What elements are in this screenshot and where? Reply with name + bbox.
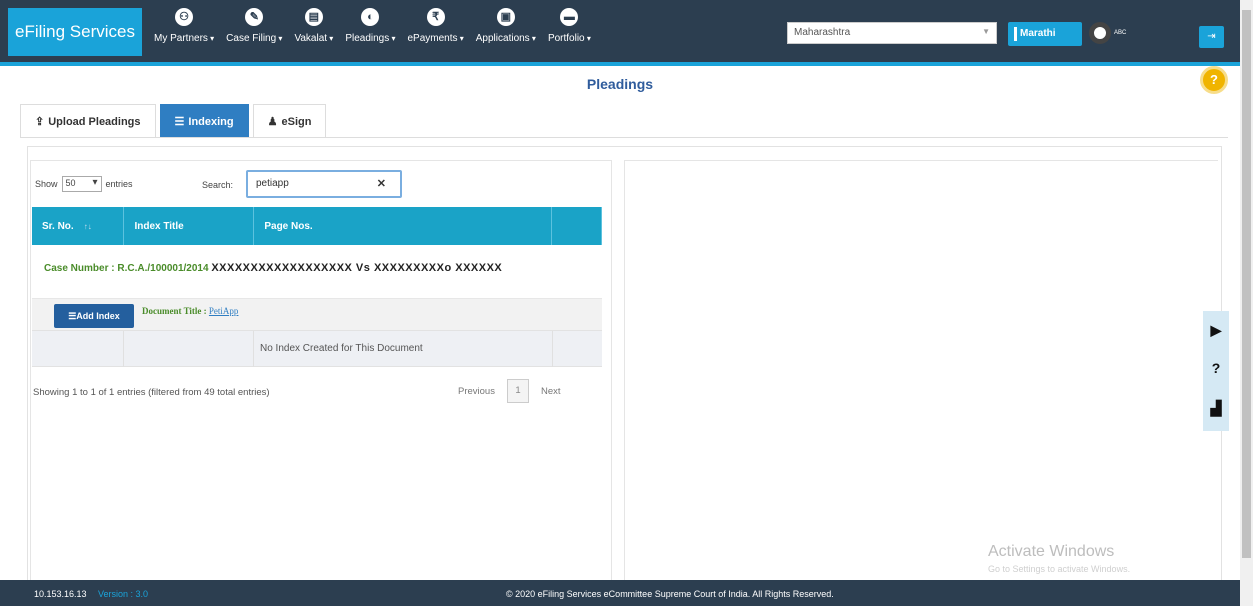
- page-title: Pleadings: [586, 76, 654, 92]
- upload-icon: ⇪: [35, 116, 45, 128]
- nav-label: ePayments: [407, 33, 463, 44]
- application-icon: ▣: [496, 8, 515, 26]
- tab-divider: [20, 137, 1228, 138]
- case-row: Case Number : R.C.A./100001/2014 XXXXXXX…: [32, 247, 602, 299]
- user-sign-icon: ♟: [267, 116, 278, 128]
- entries-label: entries: [105, 179, 133, 189]
- show-label: Show: [35, 179, 58, 189]
- nav-label: Applications: [476, 33, 536, 44]
- font-size-toggle[interactable]: ABC: [1089, 22, 1126, 44]
- logout-button[interactable]: ⇥: [1199, 26, 1224, 48]
- page-1-button[interactable]: 1: [506, 379, 529, 403]
- pagination: Previous 1 Next: [458, 379, 561, 403]
- nav-vakalat[interactable]: ▤ Vakalat: [288, 6, 339, 56]
- table-cell: [32, 331, 124, 367]
- nav-my-partners[interactable]: ⚇ My Partners: [148, 6, 220, 56]
- nav-label: My Partners: [154, 33, 214, 44]
- table-info: Showing 1 to 1 of 1 entries (filtered fr…: [33, 387, 270, 398]
- state-select[interactable]: Maharashtra ▼: [787, 22, 997, 44]
- previous-page-button[interactable]: Previous: [458, 386, 495, 397]
- font-toggle-label: ABC: [1114, 30, 1127, 36]
- search-input[interactable]: petiapp ✕: [246, 170, 402, 198]
- table-cell: [124, 331, 254, 367]
- tab-label: Upload Pleadings: [48, 116, 141, 128]
- footer-copyright: © 2020 eFiling Services eCommittee Supre…: [506, 589, 834, 599]
- footer: 10.153.16.13 Version : 3.0 © 2020 eFilin…: [0, 580, 1240, 606]
- activation-watermark-hint: Go to Settings to activate Windows.: [988, 564, 1131, 574]
- document-title-label: Document Title :: [142, 306, 209, 316]
- document-title-link[interactable]: PetiApp: [209, 306, 239, 316]
- nav-pleadings[interactable]: ◐ Pleadings: [339, 6, 401, 56]
- state-select-value: Maharashtra: [794, 27, 851, 38]
- clear-search-icon[interactable]: ✕: [377, 177, 386, 190]
- column-header-actions: [551, 207, 602, 245]
- navbar-accent-strip: [0, 62, 1240, 66]
- case-parties: XXXXXXXXXXXXXXXXXX Vs XXXXXXXXXo XXXXXX: [211, 262, 503, 274]
- chevron-down-icon: ▼: [982, 27, 990, 36]
- partners-icon: ⚇: [175, 8, 194, 26]
- briefcase-icon: ▬: [560, 8, 579, 26]
- logout-icon: ⇥: [1207, 31, 1216, 42]
- activation-watermark: Activate Windows: [988, 543, 1115, 560]
- search-label: Search:: [202, 180, 234, 190]
- column-label: Index Title: [134, 220, 184, 232]
- language-button[interactable]: Marathi: [1008, 22, 1082, 46]
- side-toolbar: ▶ ? ▟: [1203, 311, 1229, 431]
- index-table: Sr. No. ↑↓ Index Title Page Nos.: [32, 207, 602, 245]
- column-label: Sr. No.: [42, 220, 74, 232]
- help-icon[interactable]: ?: [1207, 359, 1225, 377]
- column-header-index-title[interactable]: Index Title: [123, 207, 255, 245]
- case-number: R.C.A./100001/2014: [117, 263, 209, 274]
- tab-upload-pleadings[interactable]: ⇪ Upload Pleadings: [20, 104, 156, 138]
- play-icon[interactable]: ▶: [1207, 321, 1225, 339]
- nav-portfolio[interactable]: ▬ Portfolio: [542, 6, 597, 56]
- case-number-label: Case Number :: [44, 263, 118, 274]
- pencil-icon: ✎: [245, 8, 264, 26]
- toggle-knob-icon: [1089, 22, 1111, 44]
- empty-index-row: No Index Created for This Document: [32, 331, 602, 367]
- add-index-label: Add Index: [76, 311, 120, 321]
- tab-label: Indexing: [188, 116, 234, 128]
- column-header-page-nos[interactable]: Page Nos.: [253, 207, 553, 245]
- empty-message: No Index Created for This Document: [260, 343, 423, 354]
- show-entries-control: Show 50 entries: [35, 176, 133, 192]
- tab-indexing[interactable]: ☰ Indexing: [159, 104, 249, 138]
- tab-label: eSign: [281, 116, 312, 128]
- nav-label: Case Filing: [226, 33, 282, 44]
- column-label: Page Nos.: [264, 220, 313, 232]
- nav-label: Pleadings: [345, 33, 395, 44]
- entries-select[interactable]: 50: [61, 176, 102, 192]
- page-scrollbar[interactable]: [1240, 0, 1253, 606]
- list-icon: ☰: [174, 116, 185, 128]
- nav-epayments[interactable]: ₹ ePayments: [401, 6, 469, 56]
- next-page-button[interactable]: Next: [541, 386, 561, 397]
- rupee-icon: ₹: [426, 8, 445, 26]
- entries-select-value: 50: [65, 178, 76, 188]
- document-row: ☰Add Index Document Title : PetiApp: [32, 299, 602, 331]
- tab-esign[interactable]: ♟ eSign: [252, 104, 327, 138]
- column-header-sr-no[interactable]: Sr. No. ↑↓: [32, 207, 125, 245]
- document-icon: ▤: [304, 8, 323, 26]
- search-input-value: petiapp: [256, 178, 289, 189]
- sort-icon[interactable]: ↑↓: [84, 222, 92, 231]
- table-cell-divider: [552, 331, 553, 367]
- pdf-icon[interactable]: ▟: [1207, 399, 1225, 417]
- scrollbar-thumb[interactable]: [1242, 10, 1251, 558]
- nav-case-filing[interactable]: ✎ Case Filing: [220, 6, 288, 56]
- pleadings-icon: ◐: [361, 8, 380, 26]
- tab-bar: ⇪ Upload Pleadings ☰ Indexing ♟ eSign: [20, 104, 330, 138]
- nav-label: Portfolio: [548, 33, 591, 44]
- main-nav: ⚇ My Partners ✎ Case Filing ▤ Vakalat ◐ Pleadin…: [148, 6, 597, 56]
- brand-logo[interactable]: eFiling Services: [8, 8, 142, 56]
- nav-applications[interactable]: ▣ Applications: [470, 6, 542, 56]
- top-navbar: eFiling Services ⚇ My Partners ✎ Case Filin…: [0, 0, 1240, 66]
- nav-label: Vakalat: [294, 33, 333, 44]
- add-index-button[interactable]: ☰Add Index: [54, 304, 134, 328]
- footer-ip: 10.153.16.13: [34, 589, 87, 599]
- document-preview-panel: [624, 160, 1218, 590]
- document-title: Document Title : PetiApp: [142, 306, 238, 316]
- footer-version: Version : 3.0: [98, 589, 149, 599]
